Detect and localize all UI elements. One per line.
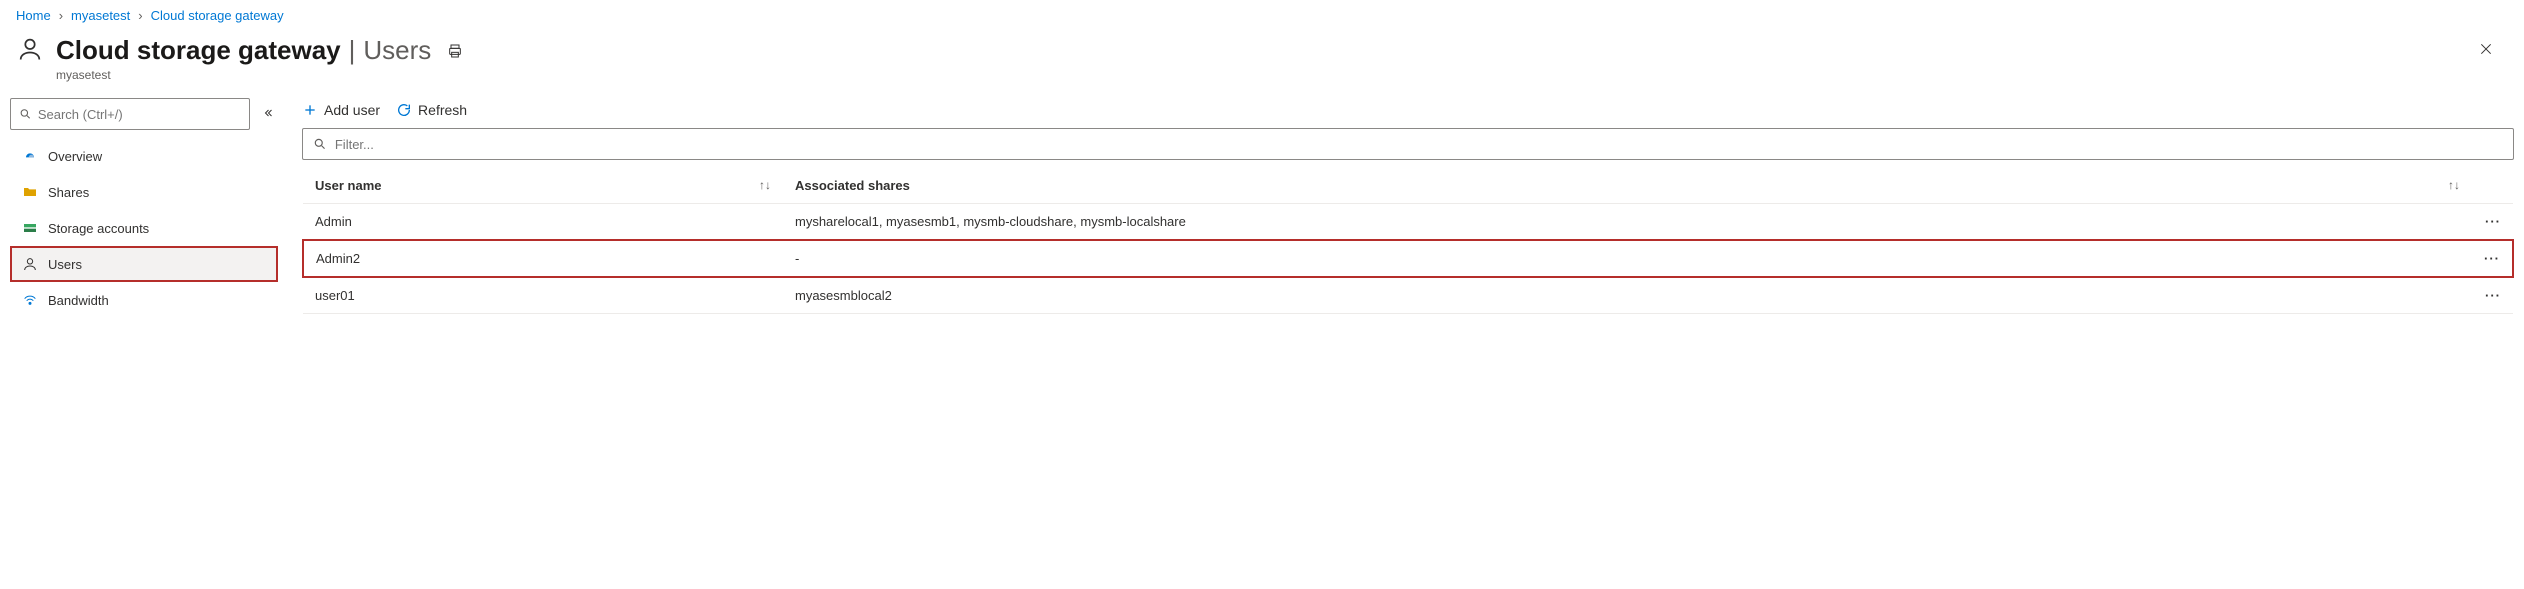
cell-user: user01 (303, 277, 783, 314)
sidebar-item-bandwidth[interactable]: Bandwidth (10, 282, 278, 318)
breadcrumb-item-home[interactable]: Home (16, 8, 51, 23)
close-button[interactable] (2472, 35, 2500, 68)
chevron-right-icon: › (59, 8, 63, 23)
col-header-label: User name (315, 178, 381, 193)
table-row[interactable]: Admin mysharelocal1, myasesmb1, mysmb-cl… (303, 204, 2513, 241)
add-user-button[interactable]: Add user (302, 102, 380, 118)
sidebar-item-label: Bandwidth (48, 293, 109, 308)
row-menu-button[interactable]: ··· (2472, 277, 2513, 314)
command-bar: Add user Refresh (302, 98, 2514, 128)
folder-icon (22, 184, 38, 200)
main-pane: Add user Refresh User name ↑↓ (282, 94, 2524, 318)
cmd-label: Add user (324, 102, 380, 118)
breadcrumb-item-resource[interactable]: myasetest (71, 8, 130, 23)
sidebar-item-shares[interactable]: Shares (10, 174, 278, 210)
sidebar-item-overview[interactable]: Overview (10, 138, 278, 174)
blade-header: Cloud storage gateway | Users myasetest (0, 31, 2524, 94)
cell-shares: myasesmblocal2 (783, 277, 2472, 314)
sidebar-nav: Overview Shares Storage accounts Use (10, 138, 278, 318)
sidebar-item-label: Storage accounts (48, 221, 149, 236)
cell-user: Admin2 (303, 240, 783, 277)
storage-icon (22, 220, 38, 236)
sidebar-item-label: Overview (48, 149, 102, 164)
sort-icon[interactable]: ↑↓ (2448, 178, 2460, 192)
table-row[interactable]: user01 myasesmblocal2 ··· (303, 277, 2513, 314)
page-title: Cloud storage gateway (56, 35, 341, 66)
sidebar-search-input[interactable] (38, 107, 241, 122)
users-table-body: Admin mysharelocal1, myasesmb1, mysmb-cl… (303, 204, 2513, 314)
collapse-button[interactable] (258, 103, 278, 126)
sidebar-search[interactable] (10, 98, 250, 130)
print-button[interactable] (439, 43, 463, 62)
sort-icon[interactable]: ↑↓ (759, 178, 771, 192)
cell-shares: - (783, 240, 2472, 277)
user-icon (16, 35, 44, 66)
sidebar-item-users[interactable]: Users (10, 246, 278, 282)
refresh-button[interactable]: Refresh (396, 102, 467, 118)
row-menu-button[interactable]: ··· (2472, 240, 2513, 277)
sidebar-item-label: Users (48, 257, 82, 272)
breadcrumb-item-blade[interactable]: Cloud storage gateway (151, 8, 284, 23)
page-subtitle: Users (363, 35, 431, 66)
bandwidth-icon (22, 292, 38, 308)
col-header-user[interactable]: User name ↑↓ (303, 168, 783, 204)
search-icon (19, 107, 32, 121)
cell-user: Admin (303, 204, 783, 241)
search-icon (313, 137, 327, 151)
overview-icon (22, 148, 38, 164)
sidebar: Overview Shares Storage accounts Use (0, 94, 282, 322)
user-icon (22, 256, 38, 272)
sidebar-item-label: Shares (48, 185, 89, 200)
sidebar-item-storage-accounts[interactable]: Storage accounts (10, 210, 278, 246)
cell-shares: mysharelocal1, myasesmb1, mysmb-cloudsha… (783, 204, 2472, 241)
resource-name: myasetest (56, 68, 463, 82)
title-sep: | (349, 35, 356, 66)
filter-box[interactable] (302, 128, 2514, 160)
users-table: User name ↑↓ Associated shares ↑↓ Admin … (302, 168, 2514, 314)
table-row[interactable]: Admin2 - ··· (303, 240, 2513, 277)
col-header-label: Associated shares (795, 178, 910, 193)
plus-icon (302, 102, 318, 118)
chevron-right-icon: › (138, 8, 142, 23)
col-header-shares[interactable]: Associated shares ↑↓ (783, 168, 2472, 204)
row-menu-button[interactable]: ··· (2472, 204, 2513, 241)
cmd-label: Refresh (418, 102, 467, 118)
filter-input[interactable] (335, 137, 2503, 152)
refresh-icon (396, 102, 412, 118)
breadcrumb: Home › myasetest › Cloud storage gateway (0, 0, 2524, 31)
